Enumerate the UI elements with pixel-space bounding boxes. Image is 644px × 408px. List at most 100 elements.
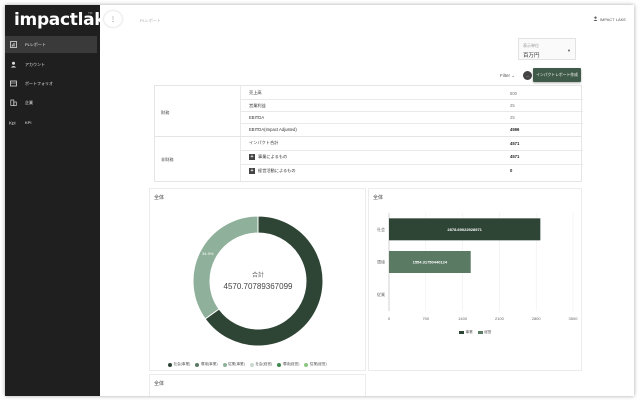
- x-tick-label: 2800: [532, 316, 542, 321]
- legend-item[interactable]: 事業: [459, 330, 473, 335]
- legend-swatch: [222, 362, 227, 367]
- x-tick-label: 700: [422, 316, 429, 321]
- row-label: + 経営活動によるもの: [249, 167, 296, 174]
- legend-item[interactable]: 社会(事業): [168, 362, 190, 367]
- card-title: 全体: [373, 195, 384, 201]
- filter-button[interactable]: Filter ⌄: [500, 73, 515, 79]
- legend-swatch: [477, 330, 483, 335]
- breadcrumb[interactable]: PLレポート: [140, 18, 161, 24]
- sidebar-item-pl-report[interactable]: PLレポート: [5, 36, 97, 53]
- legend-label: 環境(事業): [200, 362, 218, 366]
- row-label: 売上高: [249, 90, 262, 95]
- donut-chart-card: 全体 65.1% 34.9% 合計 4570.70789367099 社会(事業) 環…: [149, 188, 366, 371]
- sidebar-item-label: アカウント: [25, 61, 45, 67]
- table-row: インパクト合計 4571: [240, 137, 583, 149]
- slice-label: 65.1%: [324, 314, 336, 319]
- more-icon: ⋮: [110, 16, 116, 23]
- sidebar: impactlake TM PLレポート アカウント ポートフォリオ 企業 Kp…: [5, 5, 116, 396]
- legend-label: 経営: [484, 330, 492, 334]
- bar-chart: 0 700 1400 2100 2800 3500 社会 2878.69022928971 環境…: [377, 213, 579, 321]
- svg-text:Kpi: Kpi: [9, 121, 16, 126]
- sidebar-item-company[interactable]: 企業: [5, 94, 97, 111]
- donut-center-value: 4570.70789367099: [224, 282, 294, 291]
- unit-select-label: 表示単位: [523, 43, 539, 48]
- row-value: 500: [510, 90, 517, 96]
- table-row: 売上高 500: [240, 87, 583, 99]
- slice-label: 34.9%: [202, 251, 214, 256]
- caret-down-icon: ▼: [567, 48, 571, 53]
- summary-table: 財務 非財務 売上高 500 営業利益 25 EBITDA 25 EBITDA(…: [154, 85, 583, 182]
- x-tick-label: 3500: [569, 316, 579, 321]
- legend-swatch: [459, 330, 464, 335]
- sidebar-item-account[interactable]: アカウント: [5, 56, 97, 73]
- legend-label: 社会(経営): [255, 362, 273, 366]
- unit-select[interactable]: 表示単位 百万円 ▼: [518, 38, 576, 60]
- row-label: EBITDA(Impact Adjusted): [249, 127, 297, 132]
- x-tick-label: 2100: [495, 316, 505, 321]
- filter-label: Filter: [500, 73, 510, 78]
- y-tick-label: 環境: [377, 259, 385, 265]
- legend-item[interactable]: 環境(経営): [277, 362, 299, 367]
- legend-label: 従業(事業): [228, 362, 245, 366]
- y-tick-label: 従業: [377, 291, 385, 297]
- legend-item[interactable]: 従業(経営): [304, 362, 327, 367]
- user-icon: [593, 16, 598, 22]
- sidebar-item-portfolio[interactable]: ポートフォリオ: [5, 75, 97, 92]
- create-impact-report-button[interactable]: インパクトレポート作成: [533, 68, 581, 82]
- row-value: 4571: [510, 140, 520, 146]
- app-window: impactlake TM PLレポート アカウント ポートフォリオ 企業 Kp…: [5, 5, 634, 396]
- legend-item[interactable]: 従業(事業): [222, 362, 245, 367]
- sidebar-item-label: 企業: [25, 99, 33, 105]
- user-menu[interactable]: IMPACT LAKE: [593, 16, 626, 22]
- chevron-down-icon: ⌄: [511, 73, 516, 78]
- row-label: EBITDA: [249, 115, 265, 120]
- y-tick-label: 社会: [377, 226, 385, 232]
- row-value: 25: [510, 115, 515, 120]
- row-label-text: 経営活動によるもの: [258, 167, 296, 173]
- sidebar-item-label: ポートフォリオ: [25, 80, 53, 86]
- legend-item[interactable]: 経営: [477, 330, 492, 335]
- logo-trademark: TM: [88, 11, 93, 15]
- person-icon: [9, 61, 17, 68]
- bar-chart-card: 全体 0 700 1400 2100 2800 3500 社会 2878.6902292897…: [368, 188, 582, 371]
- x-tick-label: 1400: [458, 316, 468, 321]
- row-value: 25: [510, 103, 515, 108]
- donut-legend: 社会(事業) 環境(事業) 従業(事業) 社会(経営) 環境(経営) 従業(経営…: [168, 362, 327, 367]
- comment-icon[interactable]: …: [523, 71, 532, 80]
- legend-label: 従業(経営): [309, 362, 327, 366]
- row-label: 営業利益: [249, 102, 266, 108]
- legend-swatch: [249, 362, 254, 367]
- unit-select-value: 百万円: [523, 53, 540, 59]
- row-value: 4596: [510, 127, 520, 132]
- bar-legend: 事業 経営: [459, 330, 491, 335]
- legend-item[interactable]: 社会(経営): [249, 362, 273, 367]
- legend-label: 社会(事業): [173, 362, 191, 366]
- sidebar-item-label: PLレポート: [25, 41, 46, 47]
- sidebar-item-kpi[interactable]: Kpi KPI: [5, 114, 97, 131]
- row-label: + 事業によるもの: [249, 153, 288, 160]
- legend-item[interactable]: 環境(事業): [195, 362, 218, 367]
- legend-swatch: [304, 362, 309, 367]
- donut-slice[interactable]: [192, 215, 259, 320]
- bottom-chart-card: 全体: [149, 374, 366, 396]
- legend-swatch: [195, 362, 200, 367]
- card-title: 全体: [154, 381, 165, 387]
- portfolio-icon: [9, 80, 17, 87]
- legend-label: 事業: [465, 330, 473, 334]
- row-value: 4571: [510, 154, 520, 159]
- donut-chart: 65.1% 34.9% 合計 4570.70789367099: [192, 215, 336, 347]
- bar-value-label: 1554.31750440124: [413, 260, 448, 265]
- legend-label: 環境(経営): [282, 362, 300, 366]
- menu-toggle-button[interactable]: ⋮: [104, 11, 122, 27]
- table-row: EBITDA(Impact Adjusted) 4596: [240, 123, 583, 135]
- expand-row-button[interactable]: +: [249, 153, 255, 160]
- bar-value-label: 2878.69022928971: [447, 227, 482, 232]
- x-tick-label: 0: [388, 316, 391, 321]
- building-icon: [9, 99, 17, 106]
- legend-swatch: [168, 362, 172, 367]
- main-content: ⋮ PLレポート IMPACT LAKE 表示単位 百万円 ▼ Filter ⌄…: [100, 5, 634, 396]
- kpi-icon: Kpi: [9, 119, 17, 126]
- sidebar-item-label: KPI: [25, 120, 32, 125]
- expand-row-button[interactable]: +: [249, 167, 255, 174]
- row-label-text: 事業によるもの: [258, 153, 288, 159]
